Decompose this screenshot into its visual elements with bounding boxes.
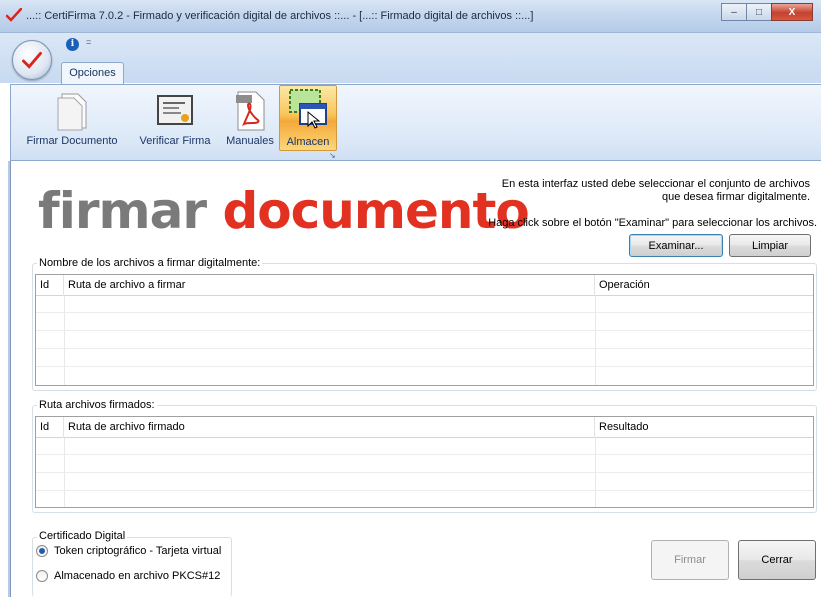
instruction-line-3: Haga click sobre el botón "Examinar" par… <box>488 217 817 229</box>
instruction-line-1: En esta interfaz usted debe seleccionar … <box>501 178 810 190</box>
ribbon-button-label: Manuales <box>226 135 274 147</box>
verificar-firma-button[interactable]: Verificar Firma <box>135 85 215 151</box>
certificate-label: Certificado Digital <box>37 530 128 542</box>
column-header-operacion[interactable]: Operación <box>595 275 813 296</box>
radio-pkcs12-label: Almacenado en archivo PKCS#12 <box>54 570 221 582</box>
grid-line <box>36 490 813 491</box>
signed-files-table[interactable]: Id Ruta de archivo firmado Resultado <box>35 416 814 508</box>
window-controls: – □ X <box>721 3 813 21</box>
radio-token[interactable]: Token criptográfico - Tarjeta virtual <box>36 545 221 557</box>
table-header: Id Ruta de archivo a firmar Operación <box>36 275 813 296</box>
window-title: ...:: CertiFirma 7.0.2 - Firmado y verif… <box>26 10 534 22</box>
pdf-icon <box>236 91 265 131</box>
quick-access-dropdown-icon[interactable]: = <box>86 37 91 47</box>
instruction-line-2: que desea firmar digitalmente. <box>662 191 810 203</box>
almacen-button[interactable]: Almacen <box>279 85 337 151</box>
application-menu-button[interactable] <box>12 40 52 80</box>
tab-opciones[interactable]: Opciones <box>61 62 124 85</box>
storage-icon <box>289 89 327 129</box>
radio-selected-icon[interactable] <box>36 545 48 557</box>
column-header-id[interactable]: Id <box>36 417 64 438</box>
files-to-sign-table[interactable]: Id Ruta de archivo a firmar Operación <box>35 274 814 386</box>
grid-line <box>64 296 65 385</box>
document-icon <box>57 93 87 131</box>
instructions-text: En esta interfaz usted debe seleccionar … <box>480 178 810 204</box>
group-launcher-icon[interactable]: ↘ <box>329 151 338 160</box>
title-bar: ...:: CertiFirma 7.0.2 - Firmado y verif… <box>0 0 821 33</box>
grid-line <box>36 472 813 473</box>
manuales-button[interactable]: Manuales <box>221 85 279 151</box>
page-title-part1: firmar <box>38 182 207 240</box>
info-icon[interactable]: i <box>66 38 79 51</box>
column-header-resultado[interactable]: Resultado <box>595 417 813 438</box>
signed-files-label: Ruta archivos firmados: <box>37 399 157 411</box>
grid-line <box>36 312 813 313</box>
checkmark-icon <box>6 8 22 22</box>
limpiar-button[interactable]: Limpiar <box>729 234 811 257</box>
minimize-button[interactable]: – <box>721 3 747 21</box>
ribbon-button-label: Verificar Firma <box>139 135 211 147</box>
firmar-documento-button[interactable]: Firmar Documento <box>15 85 129 151</box>
app-logo-icon <box>22 51 42 69</box>
files-to-sign-label: Nombre de los archivos a firmar digitalm… <box>37 257 263 269</box>
radio-token-label: Token criptográfico - Tarjeta virtual <box>54 545 222 557</box>
certificate-icon <box>157 95 193 125</box>
close-button[interactable]: X <box>771 3 813 21</box>
firmar-button[interactable]: Firmar <box>651 540 729 580</box>
page-title: firmar documento <box>38 181 530 241</box>
column-header-id[interactable]: Id <box>36 275 64 296</box>
examinar-button[interactable]: Examinar... <box>629 234 723 257</box>
table-header: Id Ruta de archivo firmado Resultado <box>36 417 813 438</box>
window-frame-edge <box>8 161 11 597</box>
grid-line <box>36 330 813 331</box>
grid-line <box>36 366 813 367</box>
column-header-ruta[interactable]: Ruta de archivo firmado <box>64 417 595 438</box>
column-header-ruta[interactable]: Ruta de archivo a firmar <box>64 275 595 296</box>
cerrar-button[interactable]: Cerrar <box>738 540 816 580</box>
radio-unselected-icon[interactable] <box>36 570 48 582</box>
ribbon-button-label: Almacen <box>286 136 330 148</box>
grid-line <box>36 454 813 455</box>
grid-line <box>595 296 596 385</box>
ribbon-panel: Firmar Documento Verificar Firma Manuale… <box>10 84 821 161</box>
grid-line <box>36 348 813 349</box>
radio-pkcs12[interactable]: Almacenado en archivo PKCS#12 <box>36 570 220 582</box>
ribbon-button-label: Firmar Documento <box>26 135 118 147</box>
maximize-button[interactable]: □ <box>746 3 772 21</box>
